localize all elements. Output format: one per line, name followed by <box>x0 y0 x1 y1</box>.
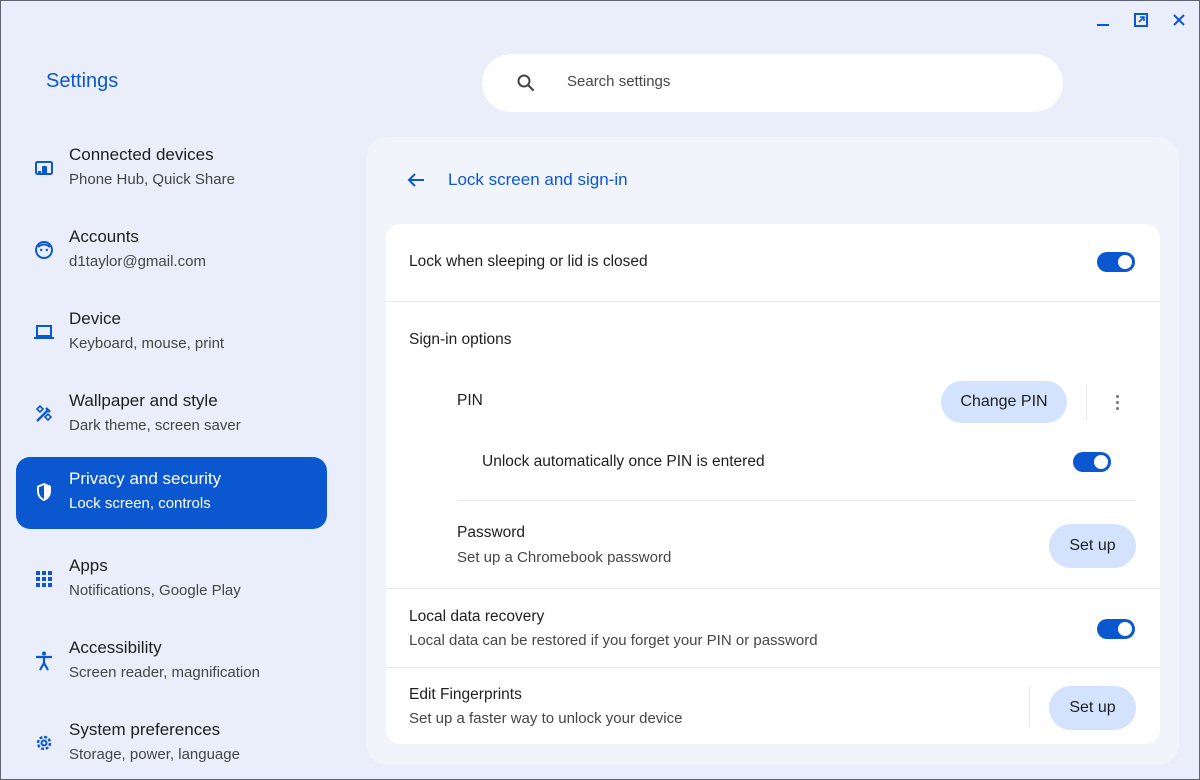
minimize-button[interactable] <box>1091 8 1115 32</box>
title-bar <box>0 0 1200 40</box>
divider <box>386 667 1160 668</box>
unlock-auto-label: Unlock automatically once PIN is entered <box>482 453 765 470</box>
kebab-dot <box>1115 400 1119 404</box>
laptop-icon <box>32 320 56 344</box>
connected-devices-icon <box>32 156 56 180</box>
sidebar-item-title: System preferences <box>69 720 221 739</box>
password-setup-button[interactable]: Set up <box>1049 524 1136 568</box>
sidebar-item-apps[interactable]: Apps Notifications, Google Play <box>16 543 327 615</box>
restore-button[interactable] <box>1129 8 1153 32</box>
accessibility-icon <box>32 649 56 673</box>
password-label: Password <box>457 524 526 541</box>
separator <box>1086 384 1087 420</box>
divider <box>386 588 1160 589</box>
restore-icon <box>1134 13 1148 27</box>
sidebar-item-title: Privacy and security <box>69 469 222 488</box>
sidebar-item-subtitle: Notifications, Google Play <box>69 582 241 599</box>
fingerprints-label: Edit Fingerprints <box>409 686 522 703</box>
search-box[interactable]: Search settings <box>482 54 1063 112</box>
page-title: Lock screen and sign-in <box>448 170 628 189</box>
toggle-knob <box>1118 622 1132 636</box>
close-icon <box>1173 14 1185 26</box>
password-subtitle: Set up a Chromebook password <box>457 549 672 566</box>
change-pin-button[interactable]: Change PIN <box>941 381 1067 423</box>
sidebar-item-subtitle: Screen reader, magnification <box>69 664 260 681</box>
app-title: Settings <box>46 70 119 92</box>
sidebar-item-accessibility[interactable]: Accessibility Screen reader, magnificati… <box>16 625 327 697</box>
apps-grid-icon <box>32 567 56 591</box>
sidebar-item-wallpaper-style[interactable]: Wallpaper and style Dark theme, screen s… <box>16 378 327 450</box>
search-icon <box>517 74 535 92</box>
toggle-knob <box>1094 455 1108 469</box>
sidebar-item-title: Accessibility <box>69 638 162 657</box>
sidebar-item-title: Device <box>69 309 121 328</box>
pin-more-options-button[interactable] <box>1105 390 1129 414</box>
sidebar-item-subtitle: Keyboard, mouse, print <box>69 335 225 352</box>
sidebar-item-subtitle: Phone Hub, Quick Share <box>69 171 235 188</box>
sidebar-item-device[interactable]: Device Keyboard, mouse, print <box>16 296 327 368</box>
sidebar-item-subtitle: Lock screen, controls <box>69 495 211 512</box>
brush-icon <box>32 402 56 426</box>
separator <box>1029 687 1030 727</box>
account-icon <box>32 238 56 262</box>
gear-icon <box>32 731 56 755</box>
minimize-icon <box>1097 24 1109 26</box>
sidebar-item-title: Apps <box>69 556 108 575</box>
pin-label: PIN <box>457 392 483 409</box>
local-recovery-label: Local data recovery <box>409 608 545 625</box>
search-placeholder: Search settings <box>567 73 671 90</box>
shield-icon <box>32 480 56 504</box>
kebab-dot <box>1115 406 1119 410</box>
close-button[interactable] <box>1167 8 1191 32</box>
fingerprints-setup-button[interactable]: Set up <box>1049 686 1136 730</box>
local-recovery-subtitle: Local data can be restored if you forget… <box>409 632 818 649</box>
fingerprints-subtitle: Set up a faster way to unlock your devic… <box>409 710 683 727</box>
divider <box>386 301 1160 302</box>
sidebar-item-subtitle: Dark theme, screen saver <box>69 417 241 434</box>
kebab-dot <box>1115 394 1119 398</box>
unlock-auto-toggle[interactable] <box>1073 452 1111 472</box>
toggle-knob <box>1118 255 1132 269</box>
sidebar-item-system-preferences[interactable]: System preferences Storage, power, langu… <box>16 707 327 779</box>
sidebar-item-privacy-security[interactable]: Privacy and security Lock screen, contro… <box>16 457 327 529</box>
lock-sleeping-toggle[interactable] <box>1097 252 1135 272</box>
lock-sleeping-label: Lock when sleeping or lid is closed <box>409 253 648 270</box>
sidebar-item-connected-devices[interactable]: Connected devices Phone Hub, Quick Share <box>16 132 327 204</box>
sidebar-item-subtitle: d1taylor@gmail.com <box>69 253 206 270</box>
sidebar-item-title: Accounts <box>69 227 139 246</box>
sidebar-item-subtitle: Storage, power, language <box>69 746 240 763</box>
sidebar-item-accounts[interactable]: Accounts d1taylor@gmail.com <box>16 214 327 286</box>
sidebar-item-title: Connected devices <box>69 145 214 164</box>
settings-card: Lock when sleeping or lid is closed Sign… <box>386 224 1160 744</box>
back-arrow-icon[interactable] <box>404 168 428 192</box>
local-recovery-toggle[interactable] <box>1097 619 1135 639</box>
divider <box>457 500 1136 501</box>
sidebar-item-title: Wallpaper and style <box>69 391 218 410</box>
signin-options-heading: Sign-in options <box>409 331 512 348</box>
